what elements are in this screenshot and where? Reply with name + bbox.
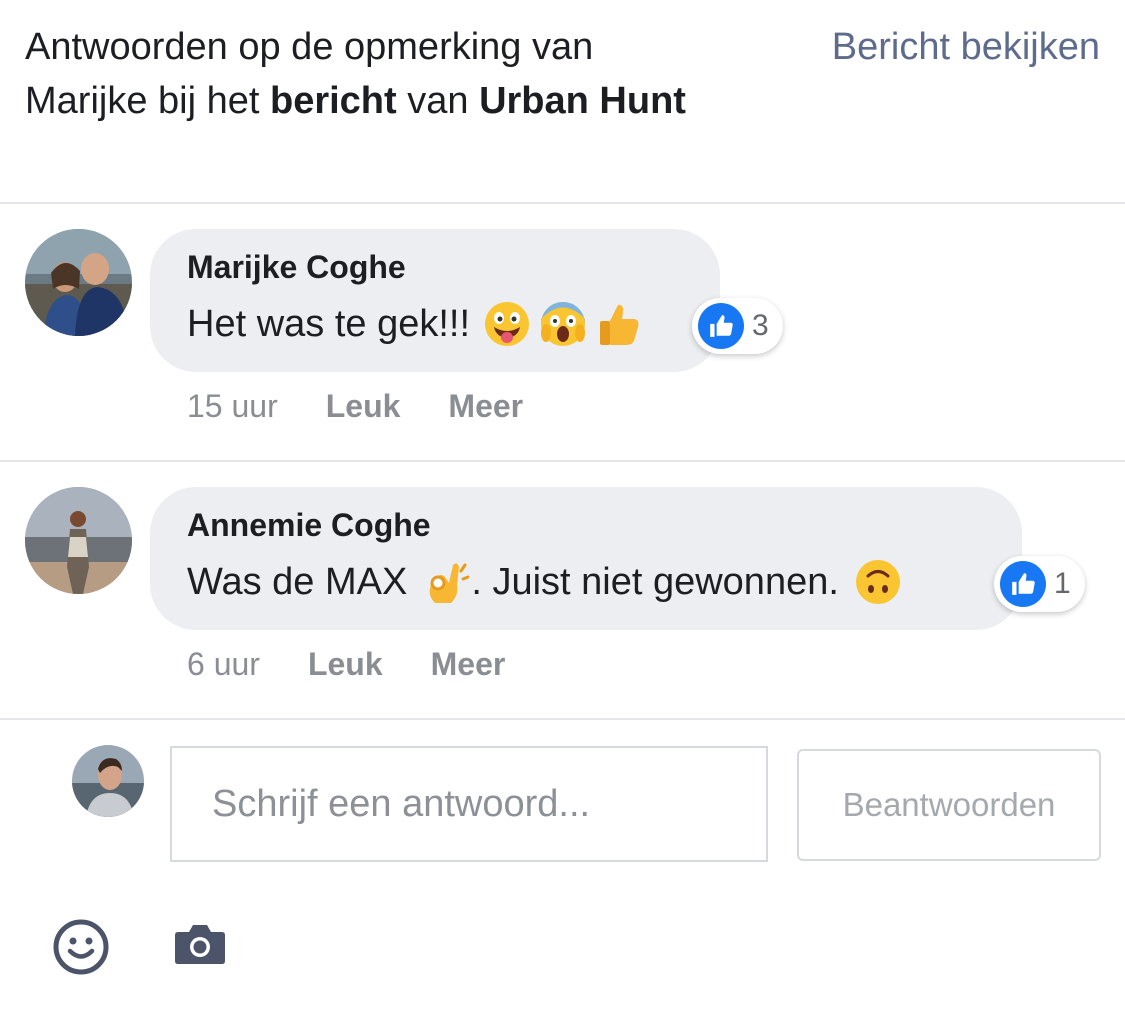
reaction-count: 3 bbox=[752, 309, 769, 342]
reaction-count: 1 bbox=[1054, 567, 1071, 600]
comment-author[interactable]: Marijke Coghe bbox=[187, 249, 406, 286]
view-post-link[interactable]: Bericht bekijken bbox=[832, 20, 1100, 74]
page-link[interactable]: Urban Hunt bbox=[479, 80, 686, 122]
smiley-icon[interactable] bbox=[52, 918, 110, 981]
reaction-summary[interactable]: 1 bbox=[994, 556, 1085, 612]
timestamp[interactable]: 6 uur bbox=[187, 646, 260, 683]
comment-bubble: Annemie Coghe Was de MAX . Juist niet ge… bbox=[150, 487, 1022, 630]
like-button[interactable]: Leuk bbox=[326, 388, 401, 425]
upside-down-face-emoji bbox=[855, 559, 901, 605]
comment-marijke: Marijke Coghe Het was te gek!!! 3 15 uur… bbox=[0, 204, 1125, 462]
page-title: Antwoorden op de opmerking van Marijke b… bbox=[25, 26, 686, 122]
screaming-face-emoji bbox=[540, 301, 586, 347]
comment-author[interactable]: Annemie Coghe bbox=[187, 507, 431, 544]
comment-meta: 6 uur Leuk Meer bbox=[187, 646, 505, 683]
like-icon bbox=[1000, 561, 1046, 607]
more-button[interactable]: Meer bbox=[431, 646, 506, 683]
more-button[interactable]: Meer bbox=[448, 388, 523, 425]
header: Antwoorden op de opmerking van Marijke b… bbox=[0, 0, 1125, 203]
timestamp[interactable]: 15 uur bbox=[187, 388, 278, 425]
reply-submit-button[interactable]: Beantwoorden bbox=[797, 749, 1101, 861]
camera-icon[interactable] bbox=[174, 922, 226, 971]
like-icon bbox=[698, 303, 744, 349]
comment-bubble: Marijke Coghe Het was te gek!!! bbox=[150, 229, 720, 372]
divider bbox=[0, 718, 1125, 720]
avatar[interactable] bbox=[25, 229, 132, 336]
post-link[interactable]: bericht bbox=[270, 80, 397, 122]
like-button[interactable]: Leuk bbox=[308, 646, 383, 683]
thumbs-up-emoji bbox=[596, 301, 642, 347]
comment-text: Het was te gek!!! bbox=[187, 301, 642, 347]
reply-input[interactable] bbox=[170, 746, 768, 862]
reaction-summary[interactable]: 3 bbox=[692, 298, 783, 354]
current-user-avatar bbox=[72, 745, 144, 817]
comment-text: Was de MAX . Juist niet gewonnen. bbox=[187, 559, 901, 605]
ok-hand-emoji bbox=[423, 559, 470, 605]
comment-meta: 15 uur Leuk Meer bbox=[187, 388, 523, 425]
avatar[interactable] bbox=[25, 487, 132, 594]
comment-annemie: Annemie Coghe Was de MAX . Juist niet ge… bbox=[0, 462, 1125, 718]
grinning-tongue-emoji bbox=[484, 301, 530, 347]
